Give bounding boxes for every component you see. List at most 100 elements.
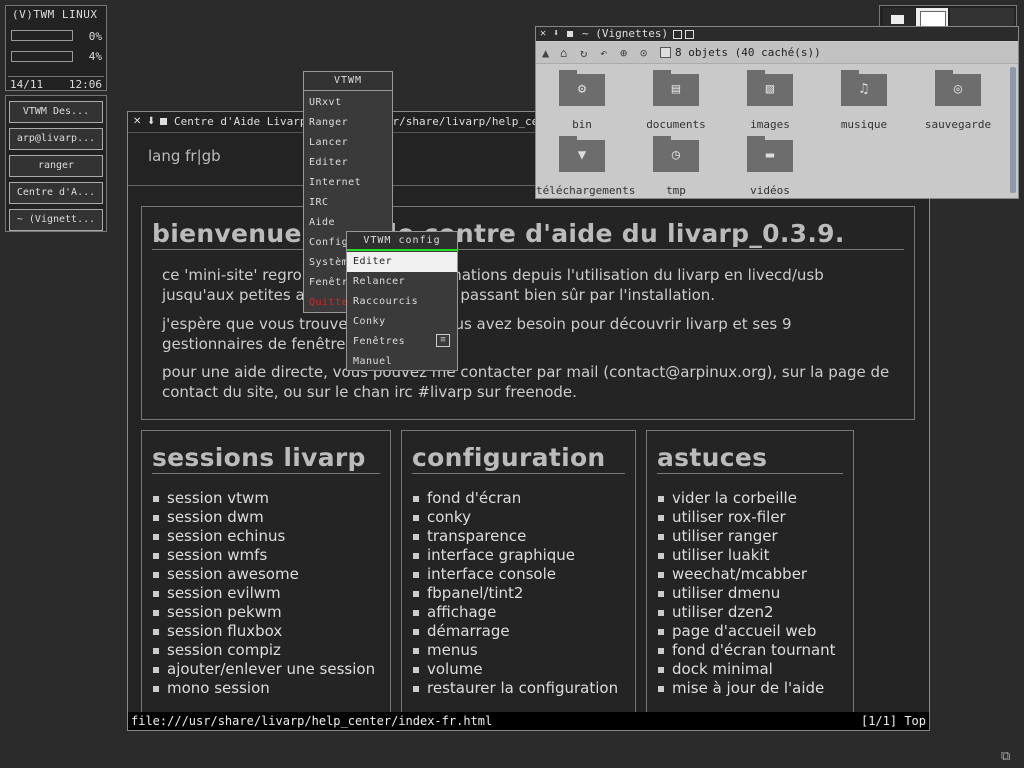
link-conky[interactable]: conky xyxy=(412,508,618,527)
task-terminal[interactable]: arp@livarp... xyxy=(9,128,103,150)
submenu-arrow-icon: ≡ xyxy=(436,334,450,347)
iconify-icon[interactable] xyxy=(685,30,694,39)
gear-icon: ⚙ xyxy=(577,81,587,97)
link-session-vtwm[interactable]: session vtwm xyxy=(152,489,375,508)
link-display[interactable]: affichage xyxy=(412,603,618,622)
minimize-icon[interactable]: ⬇ xyxy=(147,117,156,127)
link-restore-config[interactable]: restaurer la configuration xyxy=(412,679,618,698)
link-rotating-wallpaper[interactable]: fond d'écran tournant xyxy=(657,641,836,660)
menu-item-urxvt[interactable]: URxvt xyxy=(309,93,342,113)
date-display: 14/11 xyxy=(10,78,44,91)
document-icon: ▤ xyxy=(671,81,681,97)
link-minimal-dock[interactable]: dock minimal xyxy=(657,660,836,679)
scroll-position: [1/1] Top xyxy=(860,714,926,728)
maximize-icon[interactable] xyxy=(160,118,167,125)
link-transparency[interactable]: transparence xyxy=(412,527,618,546)
welcome-box: bienvenue dans le centre d'aide du livar… xyxy=(141,206,915,420)
menu-item-ranger[interactable]: Ranger xyxy=(309,113,348,133)
image-icon: ▧ xyxy=(765,81,775,97)
submenu-item-shortcuts[interactable]: Raccourcis xyxy=(347,292,457,312)
link-rox-filer[interactable]: utiliser rox-filer xyxy=(657,508,836,527)
configuration-box: configuration fond d'écran conky transpa… xyxy=(401,430,636,712)
file-manager-titlebar[interactable]: ✕ ⬇ ~ (Vignettes) xyxy=(536,27,1018,41)
menu-item-internet[interactable]: Internet xyxy=(309,173,361,193)
icon-manager-icon[interactable]: ⧉ xyxy=(1001,749,1017,764)
link-ranger[interactable]: utiliser ranger xyxy=(657,527,836,546)
menu-item-launch[interactable]: Lancer xyxy=(309,133,348,153)
folder-tmp[interactable]: ◷ tmp xyxy=(630,136,722,197)
folder-images[interactable]: ▧ images xyxy=(724,70,816,131)
link-startup[interactable]: démarrage xyxy=(412,622,618,641)
up-arrow-icon[interactable]: ▲ xyxy=(542,46,549,60)
folder-musique[interactable]: ♫ musique xyxy=(818,70,910,131)
item-count-status: 8 objets (40 caché(s)) xyxy=(675,46,821,59)
maximize-icon[interactable] xyxy=(567,31,573,37)
menu-item-edit[interactable]: Editer xyxy=(309,153,348,173)
close-icon[interactable]: ✕ xyxy=(540,27,546,41)
undo-icon[interactable]: ↶ xyxy=(600,46,607,60)
link-dzen2[interactable]: utiliser dzen2 xyxy=(657,603,836,622)
select-checkbox-icon[interactable] xyxy=(660,47,671,58)
submenu-item-manual[interactable]: Manuel xyxy=(347,352,457,372)
resize-icon[interactable] xyxy=(673,30,682,39)
close-icon[interactable]: ✕ xyxy=(133,117,142,127)
help-page-content: lang fr|gb bienvenue dans le centre d'ai… xyxy=(128,133,929,712)
cpu-percent: 0% xyxy=(88,30,102,43)
link-session-pekwm[interactable]: session pekwm xyxy=(152,603,375,622)
link-session-evilwm[interactable]: session evilwm xyxy=(152,584,375,603)
submenu-item-reload[interactable]: Relancer xyxy=(347,272,457,292)
welcome-heading: bienvenue dans le centre d'aide du livar… xyxy=(152,219,845,248)
task-vtwm-desktop[interactable]: VTWM Des... xyxy=(9,101,103,123)
link-add-remove-session[interactable]: ajouter/enlever une session xyxy=(152,660,375,679)
language-switch[interactable]: lang fr|gb xyxy=(148,147,221,165)
menu-title: VTWM xyxy=(304,72,392,91)
folder-sauvegarde[interactable]: ◎ sauvegarde xyxy=(912,70,1004,131)
file-manager-window: ✕ ⬇ ~ (Vignettes) ▲ ⌂ ↻ ↶ ⊕ ⊙ 8 objets (… xyxy=(535,26,1019,199)
minimize-icon[interactable]: ⬇ xyxy=(553,27,559,41)
refresh-icon[interactable]: ↻ xyxy=(580,46,587,60)
home-icon[interactable]: ⌂ xyxy=(560,46,567,60)
menu-item-help[interactable]: Aide xyxy=(309,213,335,233)
submenu-item-conky[interactable]: Conky xyxy=(347,312,457,332)
link-wallpaper[interactable]: fond d'écran xyxy=(412,489,618,508)
link-update-help[interactable]: mise à jour de l'aide xyxy=(657,679,836,698)
system-title: (V)TWM LINUX xyxy=(12,8,98,21)
zoom-fit-icon[interactable]: ⊙ xyxy=(640,46,647,60)
vertical-scrollbar[interactable] xyxy=(1010,67,1016,193)
folder-documents[interactable]: ▤ documents xyxy=(630,70,722,131)
task-ranger[interactable]: ranger xyxy=(9,155,103,177)
link-session-compiz[interactable]: session compiz xyxy=(152,641,375,660)
link-empty-trash[interactable]: vider la corbeille xyxy=(657,489,836,508)
link-luakit[interactable]: utiliser luakit xyxy=(657,546,836,565)
menu-item-irc[interactable]: IRC xyxy=(309,193,329,213)
link-menus[interactable]: menus xyxy=(412,641,618,660)
link-graphical-interface[interactable]: interface graphique xyxy=(412,546,618,565)
memory-percent: 4% xyxy=(88,50,102,63)
link-session-dwm[interactable]: session dwm xyxy=(152,508,375,527)
link-session-fluxbox[interactable]: session fluxbox xyxy=(152,622,375,641)
download-icon: ▼ xyxy=(577,147,587,163)
disc-icon: ◎ xyxy=(953,81,963,97)
link-volume[interactable]: volume xyxy=(412,660,618,679)
link-web-homepage[interactable]: page d'accueil web xyxy=(657,622,836,641)
link-console-interface[interactable]: interface console xyxy=(412,565,618,584)
link-session-echinus[interactable]: session echinus xyxy=(152,527,375,546)
menu-item-config[interactable]: Config xyxy=(309,233,348,253)
task-help-center[interactable]: Centre d'A... xyxy=(9,182,103,204)
link-session-wmfs[interactable]: session wmfs xyxy=(152,546,375,565)
task-file-manager[interactable]: ~ (Vignett... xyxy=(9,209,103,231)
link-dmenu[interactable]: utiliser dmenu xyxy=(657,584,836,603)
sessions-heading: sessions livarp xyxy=(152,443,366,472)
link-mono-session[interactable]: mono session xyxy=(152,679,375,698)
submenu-item-edit[interactable]: Editer xyxy=(347,252,457,272)
zoom-in-icon[interactable]: ⊕ xyxy=(620,46,627,60)
link-fbpanel-tint2[interactable]: fbpanel/tint2 xyxy=(412,584,618,603)
folder-bin[interactable]: ⚙ bin xyxy=(536,70,628,131)
link-session-awesome[interactable]: session awesome xyxy=(152,565,375,584)
sessions-box: sessions livarp session vtwm session dwm… xyxy=(141,430,391,712)
memory-bar xyxy=(11,51,73,62)
folder-telechargements[interactable]: ▼ téléchargements xyxy=(536,136,635,197)
folder-videos[interactable]: ▬ vidéos xyxy=(724,136,816,197)
system-monitor-panel: (V)TWM LINUX 0% 4% 14/11 12:06 xyxy=(5,5,107,91)
link-weechat-mcabber[interactable]: weechat/mcabber xyxy=(657,565,836,584)
